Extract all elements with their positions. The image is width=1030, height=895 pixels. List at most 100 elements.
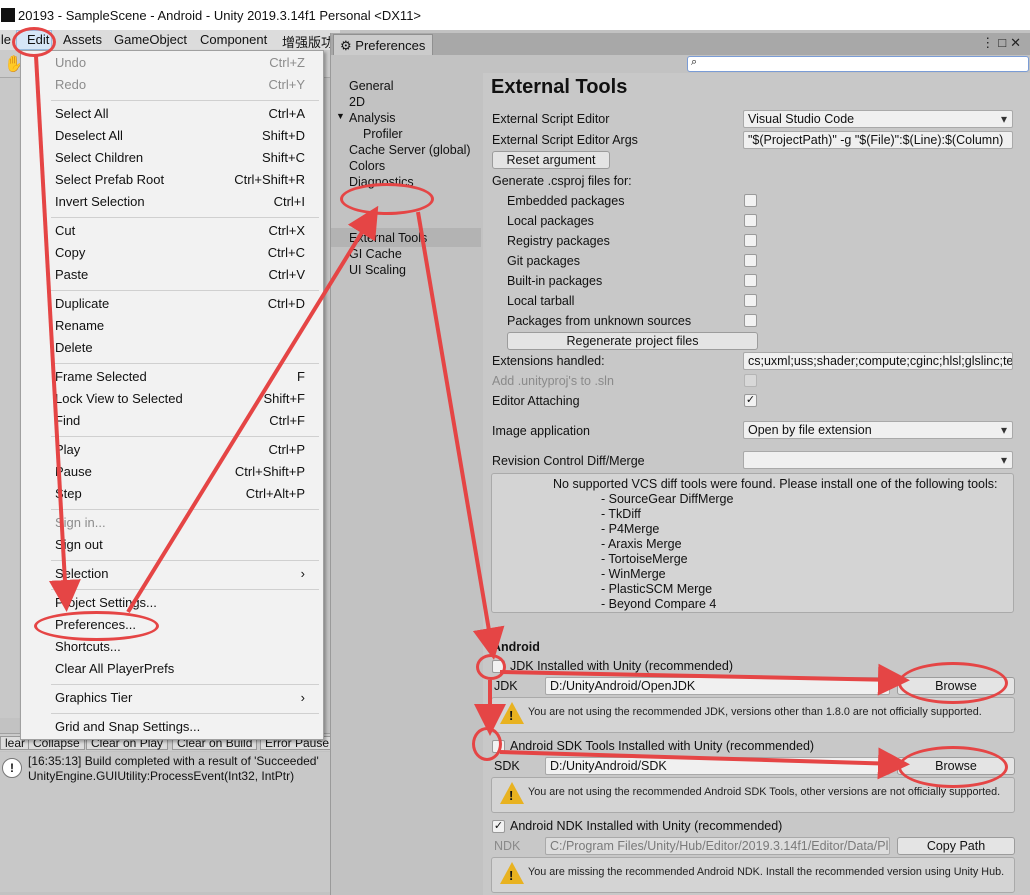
menu-item-shortcut: F: [297, 369, 305, 384]
console-log[interactable]: ! [16:35:13] Build completed with a resu…: [0, 752, 340, 892]
script-editor-dropdown[interactable]: Visual Studio Code: [743, 110, 1013, 128]
menu-item-label: Clear All PlayerPrefs: [55, 661, 175, 676]
menu-item-shortcut: Shift+F: [263, 391, 305, 406]
menu-item-select-all[interactable]: Select All Ctrl+A: [55, 104, 305, 124]
menu-item-project-settings[interactable]: Project Settings...: [55, 593, 305, 613]
menu-item-shortcut: Ctrl+P: [268, 442, 305, 457]
menu-separator: [51, 100, 319, 101]
preferences-search-input[interactable]: ⌕: [687, 56, 1029, 72]
add-unityproj-label: Add .unityproj's to .sln: [492, 374, 614, 388]
menu-file[interactable]: ile: [0, 32, 11, 47]
menu-item-shortcut: Ctrl+Shift+R: [234, 172, 305, 187]
menu-item-label: Copy: [55, 245, 86, 260]
editor-attaching-checkbox[interactable]: ✓: [744, 394, 757, 407]
menu-item-cut[interactable]: Cut Ctrl+X: [55, 221, 305, 241]
menu-assets[interactable]: Assets: [63, 32, 102, 47]
maximize-icon[interactable]: □: [998, 35, 1010, 50]
csproj-local-checkbox[interactable]: [744, 214, 757, 227]
menu-item-step[interactable]: Step Ctrl+Alt+P: [55, 484, 305, 504]
csproj-builtin-checkbox[interactable]: [744, 274, 757, 287]
search-icon: ⌕: [691, 56, 698, 68]
menu-item-lock-view[interactable]: Lock View to Selected Shift+F: [55, 389, 305, 409]
menu-component[interactable]: Component: [200, 32, 267, 47]
section-title: External Tools: [491, 76, 628, 98]
csproj-tarball-checkbox[interactable]: [744, 294, 757, 307]
menu-item-shortcut: Ctrl+Alt+P: [245, 486, 305, 501]
menu-separator: [51, 290, 319, 291]
menu-item-deselect-all[interactable]: Deselect All Shift+D: [55, 126, 305, 146]
ndk-installed-checkbox[interactable]: ✓: [492, 820, 505, 833]
annotation-ellipse-edit: [12, 27, 56, 57]
category-analysis[interactable]: Analysis: [349, 110, 396, 126]
menu-item-clear-playerprefs[interactable]: Clear All PlayerPrefs: [55, 659, 305, 679]
menu-extra[interactable]: 增强版功: [282, 32, 334, 51]
menu-item-label: Graphics Tier: [55, 690, 133, 705]
category-cache-server[interactable]: Cache Server (global): [349, 142, 471, 158]
csproj-embedded-checkbox[interactable]: [744, 194, 757, 207]
menu-item-delete[interactable]: Delete: [55, 338, 305, 358]
menu-item-rename[interactable]: Rename: [55, 316, 305, 336]
ndk-installed-label: Android NDK Installed with Unity (recomm…: [510, 819, 783, 833]
menu-item-label: Find: [55, 413, 81, 428]
menu-item-duplicate[interactable]: Duplicate Ctrl+D: [55, 294, 305, 314]
ndk-copy-path-button[interactable]: Copy Path: [897, 837, 1015, 855]
menu-dots-icon[interactable]: ⋮: [981, 35, 998, 50]
category-profiler[interactable]: Profiler: [363, 126, 403, 142]
menu-item-copy[interactable]: Copy Ctrl+C: [55, 243, 305, 263]
reset-argument-button[interactable]: Reset argument: [492, 151, 610, 169]
category-external-tools[interactable]: External Tools: [349, 230, 427, 246]
menu-item-sign-in[interactable]: Sign in...: [55, 513, 305, 533]
menu-item-pause[interactable]: Pause Ctrl+Shift+P: [55, 462, 305, 482]
close-icon[interactable]: ✕: [1010, 35, 1025, 50]
sdk-path-input[interactable]: D:/UnityAndroid/SDK: [545, 757, 890, 775]
preferences-tab[interactable]: ⚙ Preferences: [333, 34, 433, 55]
add-unityproj-checkbox: [744, 374, 757, 387]
menu-item-grid-snap-settings[interactable]: Grid and Snap Settings...: [55, 717, 305, 737]
console-line-2: UnityEngine.GUIUtility:ProcessEvent(Int3…: [28, 769, 295, 783]
jdk-path-input[interactable]: D:/UnityAndroid/OpenJDK: [545, 677, 890, 695]
menu-item-redo[interactable]: Redo Ctrl+Y: [55, 75, 305, 95]
menu-item-shortcut: Ctrl+X: [268, 223, 305, 238]
menu-item-label: Lock View to Selected: [55, 391, 183, 406]
window-title-bar: 20193 - SampleScene - Android - Unity 20…: [0, 0, 1030, 30]
menu-item-find[interactable]: Find Ctrl+F: [55, 411, 305, 431]
menu-item-shortcut: Shift+C: [262, 150, 305, 165]
menu-gameobject[interactable]: GameObject: [114, 32, 187, 47]
menu-item-undo[interactable]: Undo Ctrl+Z: [55, 53, 305, 73]
menu-item-label: Select Prefab Root: [55, 172, 165, 187]
menu-item-paste[interactable]: Paste Ctrl+V: [55, 265, 305, 285]
expand-triangle-icon[interactable]: ▼: [336, 111, 345, 121]
extensions-input[interactable]: cs;uxml;uss;shader;compute;cginc;hlsl;gl…: [743, 352, 1013, 370]
regenerate-project-files-button[interactable]: Regenerate project files: [507, 332, 758, 350]
category-2d[interactable]: 2D: [349, 94, 365, 110]
csproj-registry-checkbox[interactable]: [744, 234, 757, 247]
category-general[interactable]: General: [349, 78, 393, 94]
jdk-installed-label: JDK Installed with Unity (recommended): [510, 659, 733, 673]
menu-item-sign-out[interactable]: Sign out: [55, 535, 305, 555]
menu-item-label: Sign in...: [55, 515, 106, 530]
menu-item-frame-selected[interactable]: Frame Selected F: [55, 367, 305, 387]
menu-item-invert-selection[interactable]: Invert Selection Ctrl+I: [55, 192, 305, 212]
category-gi-cache[interactable]: GI Cache: [349, 246, 402, 262]
image-app-dropdown[interactable]: Open by file extension: [743, 421, 1013, 439]
menu-item-select-children[interactable]: Select Children Shift+C: [55, 148, 305, 168]
menu-item-play[interactable]: Play Ctrl+P: [55, 440, 305, 460]
vcs-tool: - SourceGear DiffMerge: [601, 492, 734, 506]
csproj-unknown-checkbox[interactable]: [744, 314, 757, 327]
category-colors[interactable]: Colors: [349, 158, 385, 174]
menu-item-graphics-tier[interactable]: Graphics Tier ›: [55, 688, 305, 708]
script-args-input[interactable]: "$(ProjectPath)" -g "$(File)":$(Line):$(…: [743, 131, 1013, 149]
menu-item-label: Selection: [55, 566, 109, 581]
menu-item-label: Frame Selected: [55, 369, 147, 384]
menu-separator: [51, 560, 319, 561]
menu-item-label: Undo: [55, 55, 87, 70]
csproj-local-label: Local packages: [507, 214, 594, 228]
menu-separator: [51, 363, 319, 364]
menu-item-shortcut: Ctrl+C: [267, 245, 305, 260]
menu-item-select-prefab-root[interactable]: Select Prefab Root Ctrl+Shift+R: [55, 170, 305, 190]
revision-control-dropdown[interactable]: [743, 451, 1013, 469]
csproj-git-checkbox[interactable]: [744, 254, 757, 267]
menu-item-selection[interactable]: Selection ›: [55, 564, 305, 584]
csproj-git-label: Git packages: [507, 254, 580, 268]
category-ui-scaling[interactable]: UI Scaling: [349, 262, 406, 278]
